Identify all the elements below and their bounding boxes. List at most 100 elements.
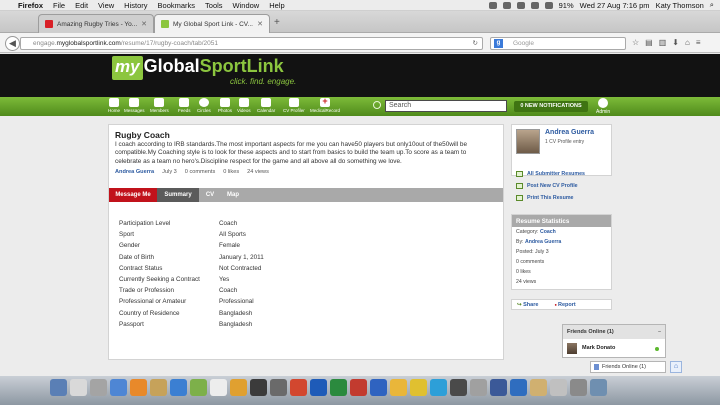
tab-cv[interactable]: CV [199, 188, 221, 202]
dock-app-icon[interactable] [530, 379, 547, 396]
dock-app-icon[interactable] [470, 379, 487, 396]
search-icon[interactable] [373, 101, 381, 109]
avatar[interactable] [516, 129, 540, 154]
wifi-icon[interactable] [530, 1, 539, 9]
detail-value: Not Contracted [219, 264, 262, 272]
browser-search-input[interactable]: g Google [490, 37, 626, 50]
menu-view[interactable]: View [98, 1, 114, 10]
dock-app-icon[interactable] [370, 379, 387, 396]
likes-count[interactable]: 0 likes [223, 169, 239, 175]
profile-name[interactable]: Andrea Guerra [545, 129, 594, 136]
home-icon[interactable]: ⌂ [685, 38, 690, 47]
category-link[interactable]: Coach [540, 229, 556, 235]
new-tab-button[interactable]: + [274, 17, 280, 28]
nav-calendar[interactable]: Calendar [257, 98, 275, 113]
nav-photos[interactable]: Photos [218, 98, 232, 113]
nav-messages[interactable]: Messages [124, 98, 145, 113]
nav-cv-profiler[interactable]: CV Profiler [283, 98, 305, 113]
tab-summary[interactable]: Summary [157, 188, 199, 202]
close-tab-icon[interactable]: ✕ [141, 20, 147, 28]
menu-tools[interactable]: Tools [205, 1, 223, 10]
post-new-cv-link[interactable]: Post New CV Profile [511, 180, 612, 192]
nav-medical-record[interactable]: MedicalRecord [310, 96, 340, 113]
volume-icon[interactable] [544, 1, 553, 9]
site-logo[interactable]: my GlobalSportLink click. find. engage. [112, 56, 296, 86]
nav-circles[interactable]: Circles [197, 98, 211, 113]
dock-app-icon[interactable] [190, 379, 207, 396]
download-icon[interactable]: ⬇ [672, 38, 679, 47]
dock-app-icon[interactable] [350, 379, 367, 396]
dock-app-icon[interactable] [50, 379, 67, 396]
minimize-button[interactable]: – [658, 325, 661, 339]
dock-app-icon[interactable] [450, 379, 467, 396]
dock-app-icon[interactable] [250, 379, 267, 396]
friend-item[interactable]: Mark Donato [563, 339, 665, 357]
dock-app-icon[interactable] [550, 379, 567, 396]
dock-app-icon[interactable] [130, 379, 147, 396]
share-button[interactable]: Share [517, 302, 538, 308]
user-name[interactable]: Katy Thomson [656, 1, 704, 10]
comments-count[interactable]: 0 comments [185, 169, 215, 175]
dock-app-icon[interactable] [510, 379, 527, 396]
sync-icon[interactable] [502, 1, 511, 9]
dock-app-icon[interactable] [170, 379, 187, 396]
report-button[interactable]: Report [554, 302, 576, 308]
tab-message-me[interactable]: Message Me [109, 188, 157, 202]
dock-app-icon[interactable] [230, 379, 247, 396]
bluetooth-icon[interactable] [516, 1, 525, 9]
print-resume-link[interactable]: Print This Resume [511, 192, 612, 204]
menu-app-name[interactable]: Firefox [18, 1, 43, 10]
dock-app-icon[interactable] [330, 379, 347, 396]
battery-percent[interactable]: 91% [559, 1, 574, 10]
url-bar[interactable]: engage.myglobalsportlink.com/resume/17/r… [20, 37, 483, 50]
dock-app-icon[interactable] [290, 379, 307, 396]
menu-icon[interactable]: ≡ [696, 38, 701, 47]
back-button[interactable]: ◀ [5, 36, 20, 51]
clock[interactable]: Wed 27 Aug 7:16 pm [580, 1, 650, 10]
site-search-input[interactable]: Search [385, 100, 507, 112]
nav-home[interactable]: Home [108, 98, 120, 113]
menu-history[interactable]: History [124, 1, 147, 10]
dock-app-icon[interactable] [430, 379, 447, 396]
menu-edit[interactable]: Edit [75, 1, 88, 10]
menu-file[interactable]: File [53, 1, 65, 10]
dock-app-icon[interactable] [390, 379, 407, 396]
dock-app-icon[interactable] [70, 379, 87, 396]
dock-app-icon[interactable] [270, 379, 287, 396]
nav-members[interactable]: Members [150, 98, 169, 113]
notifications-button[interactable]: 0 NEW NOTIFICATIONS [514, 101, 588, 112]
close-tab-icon[interactable]: ✕ [257, 20, 263, 28]
nav-videos[interactable]: Videos [237, 98, 251, 113]
tab-map[interactable]: Map [221, 188, 245, 202]
tab-mygloballink[interactable]: My Global Sport Link - CV... ✕ [154, 14, 270, 33]
dock-app-icon[interactable] [310, 379, 327, 396]
dock-app-icon[interactable] [570, 379, 587, 396]
google-icon[interactable]: g [494, 39, 503, 48]
dropbox-icon[interactable] [488, 1, 497, 9]
author-link[interactable]: Andrea Guerra [115, 169, 154, 175]
by-author-link[interactable]: Andrea Guerra [525, 239, 561, 245]
spotlight-icon[interactable]: ⌕ [710, 0, 714, 10]
menu-window[interactable]: Window [233, 1, 260, 10]
dock-app-icon[interactable] [410, 379, 427, 396]
chat-icon[interactable]: ⌂ [670, 361, 682, 373]
dock-app-icon[interactable] [490, 379, 507, 396]
dock-app-icon[interactable] [90, 379, 107, 396]
friends-online-button[interactable]: Friends Online (1) [590, 361, 666, 373]
dock-app-icon[interactable] [210, 379, 227, 396]
bookmark-star-icon[interactable]: ☆ [632, 38, 639, 47]
menu-bookmarks[interactable]: Bookmarks [158, 1, 196, 10]
macos-dock [0, 376, 720, 405]
admin-button[interactable]: Admin [596, 98, 610, 115]
menu-help[interactable]: Help [269, 1, 284, 10]
reload-icon[interactable]: ↻ [473, 38, 478, 49]
tab-youtube[interactable]: Amazing Rugby Tries - Yo... ✕ [38, 14, 154, 33]
friends-online-header[interactable]: Friends Online (1) – [563, 325, 665, 339]
dock-app-icon[interactable] [110, 379, 127, 396]
all-submitter-resumes-link[interactable]: All Submitter Resumes [511, 168, 612, 180]
bookmarks-icon[interactable]: ▥ [659, 38, 667, 47]
dock-app-icon[interactable] [590, 379, 607, 396]
clipboard-icon[interactable]: ▤ [645, 38, 653, 47]
dock-app-icon[interactable] [150, 379, 167, 396]
nav-feeds[interactable]: Feeds [178, 98, 191, 113]
